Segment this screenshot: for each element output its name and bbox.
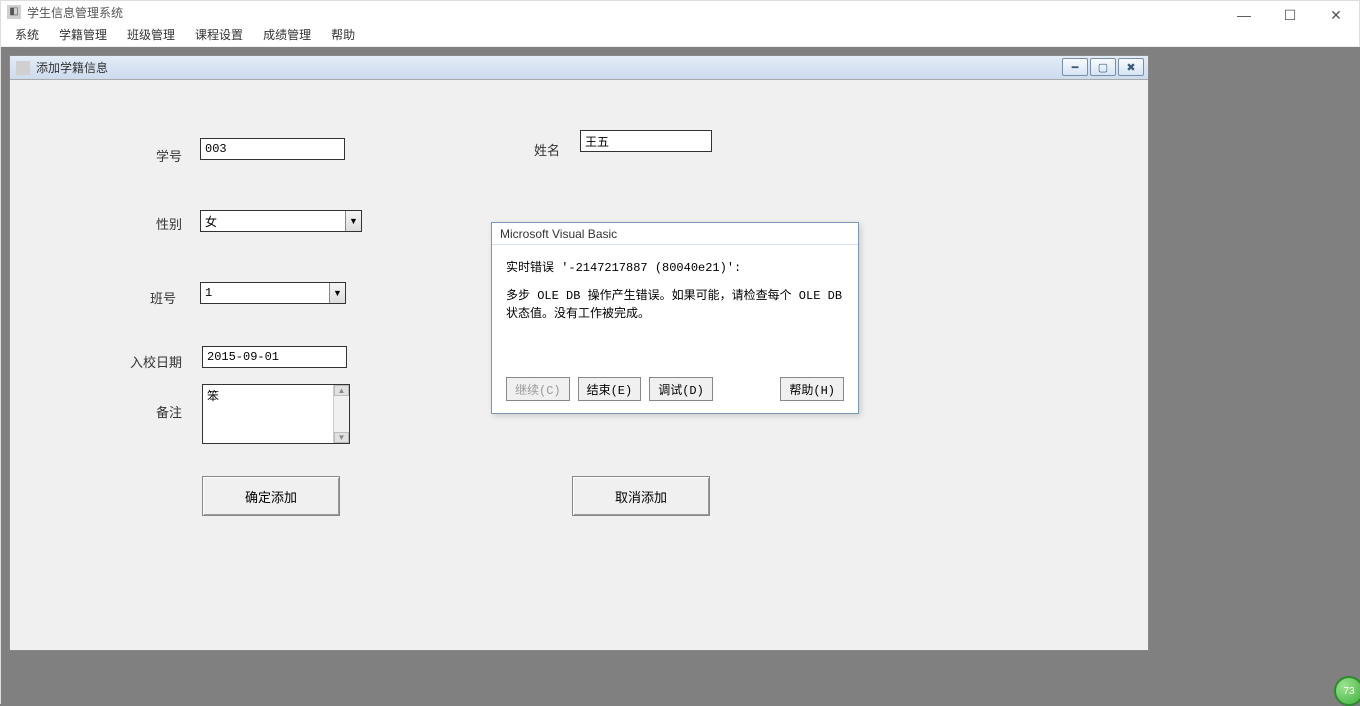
label-enroll-date: 入校日期 bbox=[130, 352, 182, 371]
main-window: ◧ 学生信息管理系统 — ☐ ✕ 系统 学籍管理 班级管理 课程设置 成绩管理 … bbox=[0, 0, 1360, 704]
combo-gender[interactable]: 女 ▼ bbox=[200, 210, 362, 232]
combo-class-text: 1 bbox=[201, 286, 329, 300]
scrollbar[interactable]: ▲ ▼ bbox=[333, 385, 349, 443]
textarea-remark-wrap: ▲ ▼ bbox=[202, 384, 350, 444]
error-dialog-title[interactable]: Microsoft Visual Basic bbox=[492, 223, 858, 245]
error-end-button[interactable]: 结束(E) bbox=[578, 377, 642, 401]
menu-student-records[interactable]: 学籍管理 bbox=[49, 22, 117, 47]
error-line-code: 实时错误 '-2147217887 (80040e21)': bbox=[506, 259, 844, 277]
label-name: 姓名 bbox=[534, 140, 560, 159]
chevron-down-icon[interactable]: ▼ bbox=[329, 283, 345, 303]
app-icon: ◧ bbox=[7, 5, 21, 19]
combo-gender-text: 女 bbox=[201, 213, 345, 230]
error-dialog-body: 实时错误 '-2147217887 (80040e21)': 多步 OLE DB… bbox=[492, 245, 858, 323]
textarea-remark[interactable] bbox=[203, 385, 333, 443]
error-continue-button: 继续(C) bbox=[506, 377, 570, 401]
child-title-bar[interactable]: 添加学籍信息 ━ ▢ ✖ bbox=[10, 56, 1148, 80]
child-close-button[interactable]: ✖ bbox=[1118, 58, 1144, 76]
menu-bar: 系统 学籍管理 班级管理 课程设置 成绩管理 帮助 bbox=[1, 23, 1359, 47]
confirm-add-button[interactable]: 确定添加 bbox=[202, 476, 340, 516]
scroll-down-icon[interactable]: ▼ bbox=[334, 432, 349, 443]
close-button[interactable]: ✕ bbox=[1313, 1, 1359, 29]
mdi-client-area: 添加学籍信息 ━ ▢ ✖ 学号 姓名 性别 女 ▼ bbox=[1, 47, 1360, 705]
error-line-message: 多步 OLE DB 操作产生错误。如果可能，请检查每个 OLE DB 状态值。没… bbox=[506, 287, 844, 323]
main-window-controls: — ☐ ✕ bbox=[1221, 1, 1359, 29]
menu-help[interactable]: 帮助 bbox=[321, 22, 365, 47]
child-window-controls: ━ ▢ ✖ bbox=[1062, 58, 1144, 76]
maximize-button[interactable]: ☐ bbox=[1267, 1, 1313, 29]
menu-grade-manage[interactable]: 成绩管理 bbox=[253, 22, 321, 47]
error-dialog-buttons: 继续(C) 结束(E) 调试(D) 帮助(H) bbox=[492, 377, 858, 401]
menu-system[interactable]: 系统 bbox=[5, 22, 49, 47]
input-name[interactable] bbox=[580, 130, 712, 152]
app-title: 学生信息管理系统 bbox=[27, 4, 123, 21]
label-class-no: 班号 bbox=[150, 288, 176, 307]
form-icon bbox=[16, 61, 30, 75]
child-minimize-button[interactable]: ━ bbox=[1062, 58, 1088, 76]
chevron-down-icon[interactable]: ▼ bbox=[345, 211, 361, 231]
label-gender: 性别 bbox=[156, 214, 182, 233]
child-title: 添加学籍信息 bbox=[36, 59, 108, 76]
input-student-id[interactable] bbox=[200, 138, 345, 160]
main-title-bar: ◧ 学生信息管理系统 — ☐ ✕ bbox=[1, 1, 1359, 23]
scroll-up-icon[interactable]: ▲ bbox=[334, 385, 349, 396]
child-maximize-button[interactable]: ▢ bbox=[1090, 58, 1116, 76]
minimize-button[interactable]: — bbox=[1221, 1, 1267, 29]
cancel-add-button[interactable]: 取消添加 bbox=[572, 476, 710, 516]
error-debug-button[interactable]: 调试(D) bbox=[649, 377, 713, 401]
status-badge[interactable]: 73 bbox=[1334, 676, 1360, 706]
menu-course-settings[interactable]: 课程设置 bbox=[185, 22, 253, 47]
label-remark: 备注 bbox=[156, 402, 182, 421]
combo-class-no[interactable]: 1 ▼ bbox=[200, 282, 346, 304]
error-help-button[interactable]: 帮助(H) bbox=[780, 377, 844, 401]
menu-class-manage[interactable]: 班级管理 bbox=[117, 22, 185, 47]
input-enroll-date[interactable] bbox=[202, 346, 347, 368]
label-student-id: 学号 bbox=[156, 146, 182, 165]
vb-error-dialog: Microsoft Visual Basic 实时错误 '-2147217887… bbox=[491, 222, 859, 414]
